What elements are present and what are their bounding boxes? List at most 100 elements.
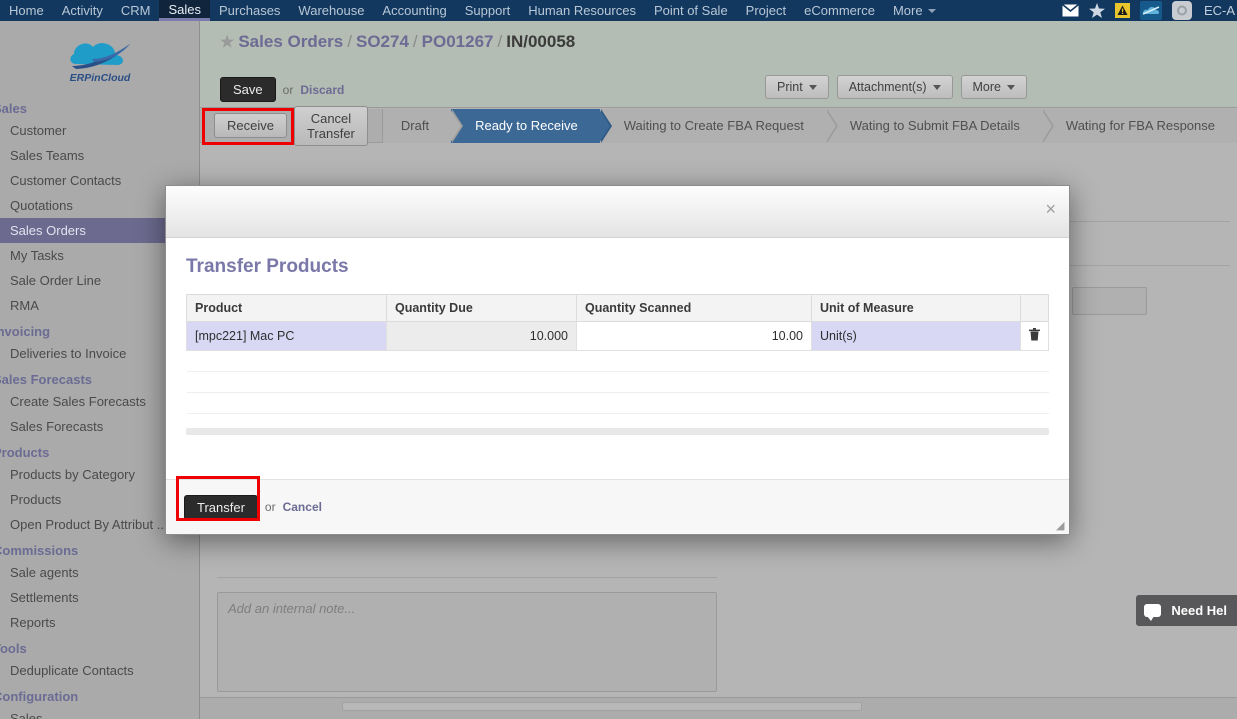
cancel-button[interactable]: Cancel: [283, 500, 322, 514]
nav-label: Project: [745, 3, 787, 18]
mail-icon[interactable]: [1061, 4, 1079, 17]
print-button[interactable]: Print: [765, 75, 829, 99]
cloud-icon[interactable]: [1139, 1, 1162, 20]
attachments-button[interactable]: Attachment(s): [836, 75, 953, 99]
chevron-down-icon: [927, 8, 936, 13]
table-row-empty[interactable]: [186, 392, 1049, 414]
sidebar-group-configuration: Configuration: [0, 689, 79, 704]
empty-cell: [186, 350, 1049, 372]
nav-item-purchases[interactable]: Purchases: [210, 0, 289, 21]
column-header-product[interactable]: Product: [186, 294, 387, 322]
stage-ready-to-receive[interactable]: Ready to Receive: [451, 108, 612, 143]
nav-label: eCommerce: [804, 3, 875, 18]
nav-item-home[interactable]: Home: [0, 0, 53, 21]
sidebar-item-sales-teams[interactable]: Sales Teams: [0, 143, 199, 168]
breadcrumb-separator: /: [497, 32, 503, 51]
sidebar-group-sales: Sales: [0, 101, 27, 116]
bottom-progress-bar: [342, 702, 862, 711]
delete-row-button[interactable]: [1020, 321, 1049, 351]
nav-item-point-of-sale[interactable]: Point of Sale: [645, 0, 737, 21]
top-nav-icon-group: EC-A: [1061, 0, 1237, 21]
attachments-label: Attachment(s): [848, 80, 927, 94]
status-bar-stages: Draft Ready to Receive Waiting to Create…: [381, 108, 1237, 143]
cell-product[interactable]: [mpc221] Mac PC: [186, 321, 387, 351]
favorite-star-icon[interactable]: ★: [220, 34, 234, 51]
nav-item-crm[interactable]: CRM: [112, 0, 160, 21]
form-divider: [1060, 265, 1230, 266]
star-icon[interactable]: [1088, 3, 1105, 18]
warning-icon[interactable]: [1114, 3, 1130, 18]
cell-quantity-scanned[interactable]: 10.00: [576, 321, 812, 351]
discard-button[interactable]: Discard: [300, 83, 344, 97]
nav-label: Warehouse: [298, 3, 365, 18]
nav-item-sales[interactable]: Sales: [159, 0, 210, 21]
need-help-widget[interactable]: Need Hel: [1136, 595, 1237, 626]
save-discard-bar: Save or Discard: [220, 77, 344, 102]
sidebar-item-reports[interactable]: Reports: [0, 610, 199, 635]
nav-item-human-resources[interactable]: Human Resources: [519, 0, 645, 21]
internal-note-input[interactable]: [217, 592, 717, 692]
nav-item-activity[interactable]: Activity: [53, 0, 112, 21]
stage-waiting-to-submit-fba-details[interactable]: Wating to Submit FBA Details: [825, 108, 1054, 143]
resize-handle-icon[interactable]: ◢: [1056, 521, 1068, 533]
user-account-label[interactable]: EC-A: [1202, 3, 1235, 18]
table-row[interactable]: [mpc221] Mac PC 10.000 10.00 Unit(s): [186, 321, 1049, 351]
nav-label: More: [892, 3, 923, 18]
nav-label: Accounting: [382, 3, 447, 18]
more-button[interactable]: More: [960, 75, 1027, 99]
nav-item-project[interactable]: Project: [737, 0, 795, 21]
status-action-row: Receive Cancel Transfer Draft Ready to R…: [200, 105, 1237, 146]
receive-button[interactable]: Receive: [214, 113, 287, 138]
cell-quantity-due[interactable]: 10.000: [386, 321, 577, 351]
breadcrumb-current: IN/00058: [506, 32, 576, 51]
sidebar-item-deduplicate-contacts[interactable]: Deduplicate Contacts: [0, 658, 199, 683]
breadcrumb: ★ Sales Orders / SO274/PO01267/IN/00058: [220, 32, 575, 52]
control-panel: ★ Sales Orders / SO274/PO01267/IN/00058 Sav…: [200, 21, 1237, 108]
chevron-down-icon: [808, 84, 817, 90]
breadcrumb-po01267[interactable]: PO01267: [422, 32, 494, 51]
column-header-quantity-scanned[interactable]: Quantity Scanned: [576, 294, 812, 322]
sidebar-item-sale-agents[interactable]: Sale agents: [0, 560, 199, 585]
sidebar-item-settlements[interactable]: Settlements: [0, 585, 199, 610]
nav-item-support[interactable]: Support: [456, 0, 520, 21]
column-header-unit-of-measure[interactable]: Unit of Measure: [811, 294, 1021, 322]
or-label: or: [282, 82, 294, 97]
nav-item-ecommerce[interactable]: eCommerce: [795, 0, 884, 21]
note-divider: [217, 577, 717, 578]
nav-item-warehouse[interactable]: Warehouse: [289, 0, 373, 21]
stage-waiting-to-create-fba-request[interactable]: Waiting to Create FBA Request: [599, 108, 839, 143]
nav-item-accounting[interactable]: Accounting: [373, 0, 455, 21]
table-row-empty[interactable]: [186, 350, 1049, 372]
camera-icon[interactable]: [1171, 1, 1192, 20]
nav-item-more[interactable]: More: [884, 0, 945, 21]
nav-label: Activity: [61, 3, 103, 18]
breadcrumb-separator: /: [347, 32, 352, 51]
stage-waiting-for-fba-response[interactable]: Wating for FBA Response: [1041, 108, 1237, 143]
breadcrumb-sales-orders[interactable]: Sales Orders: [238, 32, 343, 51]
sidebar-item-customer[interactable]: Customer: [0, 118, 199, 143]
save-button[interactable]: Save: [220, 77, 276, 102]
column-header-actions: [1020, 294, 1049, 322]
table-horizontal-scrollbar[interactable]: [186, 428, 1049, 435]
column-header-quantity-due[interactable]: Quantity Due: [386, 294, 577, 322]
breadcrumb-separator: /: [412, 32, 418, 51]
cell-unit-of-measure[interactable]: Unit(s): [811, 321, 1021, 351]
nav-label: CRM: [120, 3, 151, 18]
transfer-button[interactable]: Transfer: [184, 494, 258, 520]
sidebar-group-tools: Tools: [0, 641, 27, 656]
toolbar-dropdown-group: Print Attachment(s) More: [765, 75, 1027, 99]
stage-draft[interactable]: Draft: [382, 108, 464, 143]
breadcrumb-so274[interactable]: SO274: [356, 32, 409, 51]
app-logo[interactable]: ERPinCloud: [0, 21, 199, 95]
transfer-products-table: Product Quantity Due Quantity Scanned Un…: [186, 294, 1049, 414]
table-row-empty[interactable]: [186, 371, 1049, 393]
nav-label: Human Resources: [528, 3, 636, 18]
form-input-field[interactable]: [1072, 287, 1147, 315]
chevron-down-icon: [932, 84, 941, 90]
sidebar-item-configuration-sales[interactable]: Sales: [0, 706, 199, 719]
chat-bubble-icon: [1144, 604, 1162, 621]
cancel-transfer-button[interactable]: Cancel Transfer: [293, 105, 368, 146]
close-icon[interactable]: ×: [1045, 200, 1056, 218]
more-label: More: [972, 80, 1001, 94]
table-body: [mpc221] Mac PC 10.000 10.00 Unit(s): [186, 321, 1049, 414]
